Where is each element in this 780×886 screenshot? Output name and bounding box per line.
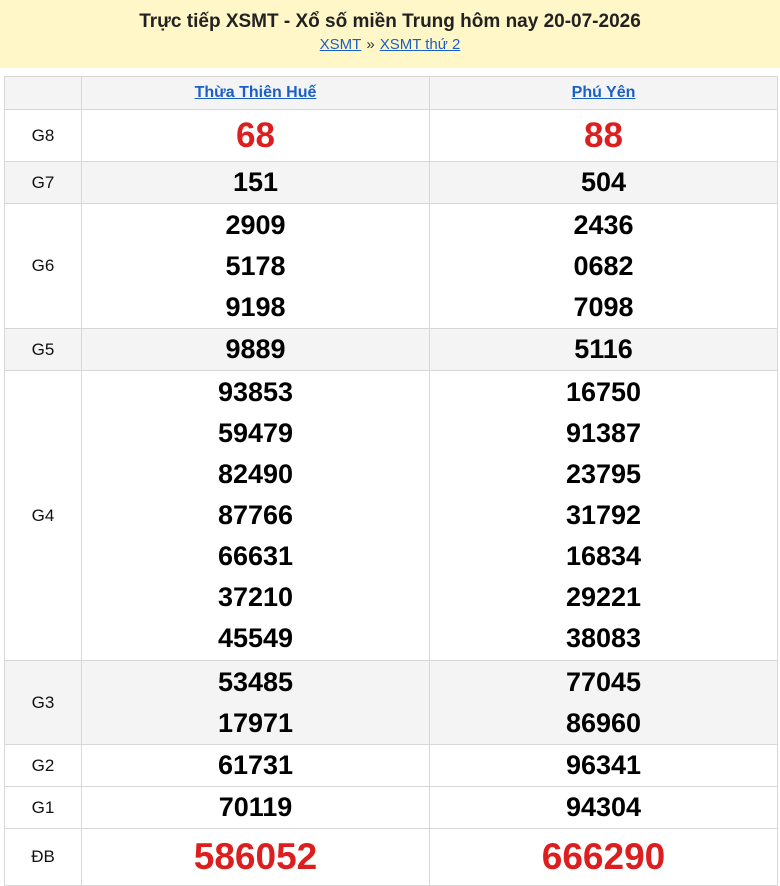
prize-cell: 9889	[81, 328, 430, 371]
prize-label: G3	[4, 660, 82, 745]
prize-label: ĐB	[4, 828, 82, 886]
prize-cell: 5116	[429, 328, 778, 371]
prize-number: 23795	[565, 459, 642, 489]
special-prize-number: 586052	[193, 836, 318, 877]
prize-cell: 666290	[429, 828, 778, 886]
prize-label: G1	[4, 786, 82, 829]
prize-number: 38083	[565, 623, 642, 653]
prize-number: 96341	[565, 750, 642, 780]
prize-cell: 2436 0682 7098	[429, 203, 778, 329]
prize-number: 151	[232, 167, 279, 197]
province-link-thua-thien-hue[interactable]: Thừa Thiên Huế	[195, 84, 317, 101]
prize-number: 53485	[217, 666, 294, 697]
prize-cell: 2909 5178 9198	[81, 203, 430, 329]
prize-label: G4	[4, 370, 82, 661]
prize-number: 16750	[565, 377, 642, 407]
prize-cell: 88	[429, 109, 778, 162]
prize-number: 70119	[218, 792, 293, 822]
special-prize-number: 666290	[541, 836, 666, 877]
prize-label: G7	[4, 161, 82, 204]
results-table: Thừa Thiên Huế Phú Yên G8 68 88 G7 151 5…	[4, 76, 778, 886]
page-header: Trực tiếp XSMT - Xổ số miền Trung hôm na…	[0, 0, 780, 68]
prize-row-special: ĐB 586052 666290	[4, 828, 778, 886]
prize-number: 66631	[217, 541, 294, 571]
header-corner	[4, 76, 82, 110]
prize-cell: 93853 59479 82490 87766 66631 37210 4554…	[81, 370, 430, 661]
breadcrumb: XSMT» XSMT thứ 2	[0, 35, 780, 55]
prize-row-g2: G2 61731 96341	[4, 744, 778, 787]
prize-number: 87766	[217, 500, 294, 530]
prize-label: G5	[4, 328, 82, 371]
prize-cell: 96341	[429, 744, 778, 787]
prize-row-g1: G1 70119 94304	[4, 786, 778, 829]
prize-number: 88	[584, 115, 623, 155]
prize-row-g5: G5 9889 5116	[4, 328, 778, 371]
prize-cell: 68	[81, 109, 430, 162]
prize-cell: 151	[81, 161, 430, 204]
prize-cell: 16750 91387 23795 31792 16834 29221 3808…	[429, 370, 778, 661]
prize-number: 86960	[565, 707, 642, 738]
prize-cell: 61731	[81, 744, 430, 787]
prize-number: 37210	[217, 582, 294, 612]
province-link-phu-yen[interactable]: Phú Yên	[572, 84, 636, 101]
prize-number: 17971	[217, 707, 294, 738]
prize-number: 59479	[217, 418, 294, 448]
prize-number: 7098	[573, 291, 634, 322]
prize-number: 61731	[217, 750, 294, 780]
prize-cell: 504	[429, 161, 778, 204]
prize-number: 29221	[565, 582, 642, 612]
prize-number: 91387	[565, 418, 642, 448]
prize-row-g4: G4 93853 59479 82490 87766 66631 37210 4…	[4, 370, 778, 661]
prize-number: 5116	[574, 334, 633, 364]
prize-number: 9889	[225, 334, 286, 364]
prize-cell: 53485 17971	[81, 660, 430, 745]
prize-row-g7: G7 151 504	[4, 161, 778, 204]
prize-number: 45549	[217, 623, 294, 653]
prize-cell: 77045 86960	[429, 660, 778, 745]
prize-cell: 94304	[429, 786, 778, 829]
prize-number: 31792	[565, 500, 642, 530]
table-header-row: Thừa Thiên Huế Phú Yên	[4, 76, 778, 110]
prize-label: G2	[4, 744, 82, 787]
prize-number: 5178	[225, 250, 286, 281]
prize-number: 82490	[217, 459, 294, 489]
province-header: Phú Yên	[429, 76, 778, 110]
province-header: Thừa Thiên Huế	[81, 76, 430, 110]
prize-row-g6: G6 2909 5178 9198 2436 0682 7098	[4, 203, 778, 329]
prize-number: 68	[236, 115, 275, 155]
prize-number: 2909	[225, 209, 286, 240]
prize-number: 16834	[565, 541, 642, 571]
prize-number: 2436	[573, 209, 634, 240]
prize-number: 77045	[565, 666, 642, 697]
page-title: Trực tiếp XSMT - Xổ số miền Trung hôm na…	[139, 11, 641, 32]
prize-label: G6	[4, 203, 82, 329]
prize-cell: 70119	[81, 786, 430, 829]
prize-number: 504	[580, 167, 627, 197]
prize-number: 93853	[217, 377, 294, 407]
prize-label: G8	[4, 109, 82, 162]
prize-row-g8: G8 68 88	[4, 109, 778, 162]
breadcrumb-separator: »	[366, 36, 375, 53]
prize-cell: 586052	[81, 828, 430, 886]
prize-number: 94304	[565, 792, 642, 822]
prize-number: 0682	[573, 250, 634, 281]
breadcrumb-link-xsmt-thu-2[interactable]: XSMT thứ 2	[380, 36, 461, 53]
prize-number: 9198	[225, 291, 286, 322]
prize-row-g3: G3 53485 17971 77045 86960	[4, 660, 778, 745]
breadcrumb-link-xsmt[interactable]: XSMT	[320, 36, 362, 53]
